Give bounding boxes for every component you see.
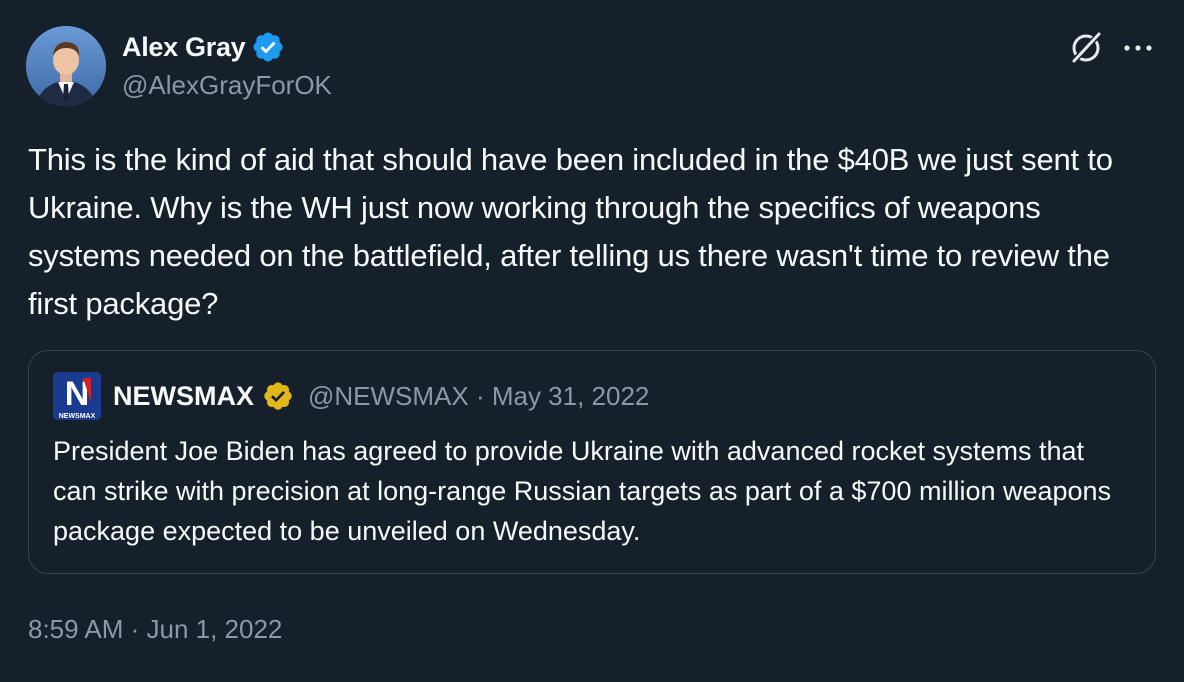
quoted-tweet[interactable]: N NEWSMAX NEWSMAX @NEWSMAX · May 31, 202… (28, 350, 1156, 574)
more-icon[interactable] (1122, 40, 1154, 56)
verified-badge-icon (251, 30, 285, 64)
tweet-card[interactable]: Alex Gray @AlexGrayForOK This is the kin… (0, 0, 1184, 682)
author-name-row[interactable]: Alex Gray (122, 30, 285, 64)
xai-icon[interactable] (1066, 28, 1106, 68)
quoted-author-meta[interactable]: @NEWSMAX · May 31, 2022 (308, 381, 649, 412)
quoted-tweet-text: President Joe Biden has agreed to provid… (53, 436, 1112, 546)
author-name[interactable]: Alex Gray (122, 32, 246, 63)
verified-organization-badge-icon (262, 380, 294, 412)
newsmax-logo-text: NEWSMAX (59, 413, 96, 420)
avatar-image (26, 26, 106, 106)
tweet-timestamp[interactable]: 8:59 AM · Jun 1, 2022 (28, 614, 282, 645)
author-handle[interactable]: @AlexGrayForOK (122, 70, 332, 101)
tweet-text: This is the kind of aid that should have… (28, 142, 1113, 321)
quoted-author-name[interactable]: NEWSMAX (113, 381, 254, 412)
newsmax-logo-icon[interactable]: N NEWSMAX (53, 372, 101, 420)
avatar[interactable] (26, 26, 106, 106)
quoted-tweet-header: N NEWSMAX NEWSMAX @NEWSMAX · May 31, 202… (53, 372, 649, 420)
